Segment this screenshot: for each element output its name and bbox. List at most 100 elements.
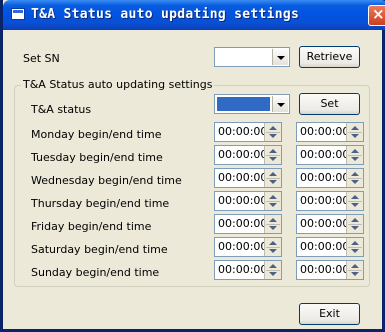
- spinner-divider: [348, 132, 362, 133]
- begin-time-picker[interactable]: 00:00:00: [214, 214, 282, 234]
- end-time-picker[interactable]: 00:00:00: [296, 145, 364, 165]
- spin-down-icon[interactable]: [269, 226, 277, 230]
- spinner-divider: [348, 224, 362, 225]
- retrieve-button[interactable]: Retrieve: [299, 46, 360, 68]
- spin-down-icon[interactable]: [351, 203, 359, 207]
- spinner-divider: [266, 270, 280, 271]
- begin-time-picker[interactable]: 00:00:00: [214, 145, 282, 165]
- end-time-value[interactable]: 00:00:00: [300, 263, 349, 276]
- begin-time-value[interactable]: 00:00:00: [218, 171, 267, 184]
- time-spinner[interactable]: [346, 215, 363, 233]
- spin-down-icon[interactable]: [269, 203, 277, 207]
- spinner-divider: [266, 155, 280, 156]
- spinner-divider: [266, 132, 280, 133]
- time-spinner[interactable]: [264, 169, 281, 187]
- day-label: Monday begin/end time: [31, 128, 162, 141]
- spin-up-icon[interactable]: [351, 264, 359, 268]
- spin-up-icon[interactable]: [269, 195, 277, 199]
- set-button[interactable]: Set: [299, 93, 360, 115]
- spin-down-icon[interactable]: [351, 272, 359, 276]
- spin-up-icon[interactable]: [269, 218, 277, 222]
- begin-time-value[interactable]: 00:00:00: [218, 263, 267, 276]
- set-sn-combo[interactable]: [214, 47, 290, 67]
- time-spinner[interactable]: [264, 192, 281, 210]
- begin-time-value[interactable]: 00:00:00: [218, 194, 267, 207]
- spin-down-icon[interactable]: [269, 249, 277, 253]
- end-time-value[interactable]: 00:00:00: [300, 194, 349, 207]
- group-title: T&A Status auto updating settings: [21, 78, 215, 91]
- spin-up-icon[interactable]: [351, 241, 359, 245]
- chevron-down-icon[interactable]: [272, 49, 288, 65]
- spin-up-icon[interactable]: [269, 264, 277, 268]
- end-time-picker[interactable]: 00:00:00: [296, 168, 364, 188]
- end-time-picker[interactable]: 00:00:00: [296, 214, 364, 234]
- time-spinner[interactable]: [264, 123, 281, 141]
- spin-down-icon[interactable]: [351, 180, 359, 184]
- time-spinner[interactable]: [264, 261, 281, 279]
- spin-up-icon[interactable]: [351, 172, 359, 176]
- spin-up-icon[interactable]: [269, 149, 277, 153]
- begin-time-picker[interactable]: 00:00:00: [214, 122, 282, 142]
- spin-up-icon[interactable]: [351, 218, 359, 222]
- end-time-picker[interactable]: 00:00:00: [296, 122, 364, 142]
- end-time-value[interactable]: 00:00:00: [300, 217, 349, 230]
- chevron-down-icon[interactable]: [272, 96, 288, 112]
- time-spinner[interactable]: [346, 169, 363, 187]
- end-time-picker[interactable]: 00:00:00: [296, 191, 364, 211]
- window-title: T&A Status auto updating settings: [31, 7, 300, 22]
- begin-time-picker[interactable]: 00:00:00: [214, 260, 282, 280]
- day-label: Thursday begin/end time: [31, 197, 170, 210]
- window-icon: [11, 8, 25, 20]
- time-spinner[interactable]: [264, 146, 281, 164]
- end-time-picker[interactable]: 00:00:00: [296, 260, 364, 280]
- time-spinner[interactable]: [346, 238, 363, 256]
- title-bar[interactable]: T&A Status auto updating settings ×: [3, 0, 385, 30]
- begin-time-value[interactable]: 00:00:00: [218, 125, 267, 138]
- time-spinner[interactable]: [264, 215, 281, 233]
- time-spinner[interactable]: [346, 146, 363, 164]
- end-time-value[interactable]: 00:00:00: [300, 240, 349, 253]
- end-time-value[interactable]: 00:00:00: [300, 148, 349, 161]
- spin-up-icon[interactable]: [351, 149, 359, 153]
- spin-up-icon[interactable]: [269, 126, 277, 130]
- begin-time-picker[interactable]: 00:00:00: [214, 237, 282, 257]
- spin-down-icon[interactable]: [269, 157, 277, 161]
- day-label: Wednesday begin/end time: [31, 174, 182, 187]
- spinner-divider: [348, 201, 362, 202]
- end-time-value[interactable]: 00:00:00: [300, 125, 349, 138]
- ta-status-label: T&A status: [31, 103, 92, 116]
- time-spinner[interactable]: [264, 238, 281, 256]
- time-spinner[interactable]: [346, 123, 363, 141]
- spinner-divider: [348, 247, 362, 248]
- dialog-window: T&A Status auto updating settings × Set …: [0, 0, 385, 332]
- spin-down-icon[interactable]: [351, 249, 359, 253]
- spin-up-icon[interactable]: [269, 172, 277, 176]
- begin-time-value[interactable]: 00:00:00: [218, 240, 267, 253]
- spin-down-icon[interactable]: [269, 134, 277, 138]
- spin-up-icon[interactable]: [269, 241, 277, 245]
- end-time-value[interactable]: 00:00:00: [300, 171, 349, 184]
- spinner-divider: [266, 178, 280, 179]
- spinner-divider: [348, 270, 362, 271]
- ta-status-selection: [217, 97, 270, 111]
- begin-time-picker[interactable]: 00:00:00: [214, 168, 282, 188]
- ta-status-combo[interactable]: [214, 94, 290, 114]
- spin-down-icon[interactable]: [269, 180, 277, 184]
- spin-down-icon[interactable]: [351, 226, 359, 230]
- begin-time-value[interactable]: 00:00:00: [218, 148, 267, 161]
- spin-up-icon[interactable]: [351, 195, 359, 199]
- day-label: Sunday begin/end time: [31, 266, 160, 279]
- spin-down-icon[interactable]: [351, 134, 359, 138]
- time-spinner[interactable]: [346, 192, 363, 210]
- day-label: Friday begin/end time: [31, 220, 152, 233]
- spin-up-icon[interactable]: [351, 126, 359, 130]
- begin-time-value[interactable]: 00:00:00: [218, 217, 267, 230]
- begin-time-picker[interactable]: 00:00:00: [214, 191, 282, 211]
- close-button[interactable]: ×: [368, 5, 385, 26]
- end-time-picker[interactable]: 00:00:00: [296, 237, 364, 257]
- time-spinner[interactable]: [346, 261, 363, 279]
- spin-down-icon[interactable]: [269, 272, 277, 276]
- spinner-divider: [266, 247, 280, 248]
- spin-down-icon[interactable]: [351, 157, 359, 161]
- exit-button[interactable]: Exit: [299, 303, 360, 325]
